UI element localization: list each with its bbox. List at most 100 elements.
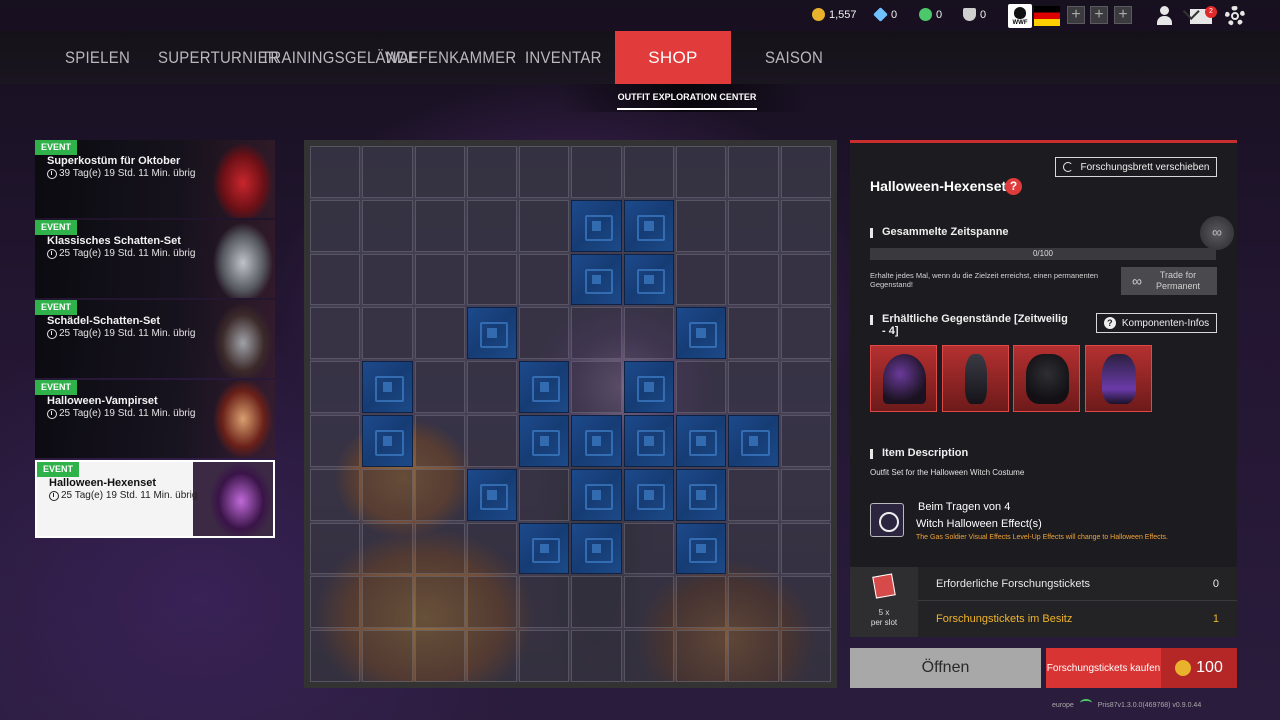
event-card[interactable]: EVENT Superkostüm für Oktober 39 Tag(e) … [35, 140, 275, 218]
board-cell-revealed[interactable] [571, 576, 622, 629]
trade-for-permanent-button[interactable]: ∞ Trade for Permanent [1121, 267, 1217, 295]
nav-tab-saison[interactable]: SAISON [765, 31, 823, 84]
board-cell-revealed[interactable] [362, 146, 413, 198]
board-cell-revealed[interactable] [728, 199, 779, 252]
board-cell-revealed[interactable] [310, 522, 361, 575]
board-cell-revealed[interactable] [519, 253, 570, 306]
board-cell-revealed[interactable] [362, 576, 413, 629]
board-cell-revealed[interactable] [310, 199, 361, 252]
move-board-button[interactable]: Forschungsbrett verschieben [1055, 157, 1217, 177]
event-card[interactable]: EVENT Klassisches Schatten-Set 25 Tag(e)… [35, 220, 275, 298]
board-cell-revealed[interactable] [466, 253, 518, 306]
board-cell-revealed[interactable] [519, 576, 570, 629]
diamond-currency[interactable]: 0 [873, 7, 897, 22]
event-card[interactable]: EVENT Halloween-Vampirset 25 Tag(e) 19 S… [35, 380, 275, 458]
board-cell-revealed[interactable] [466, 522, 518, 575]
board-cell-revealed[interactable] [623, 146, 675, 198]
board-cell-revealed[interactable] [362, 522, 413, 575]
board-cell-revealed[interactable] [780, 307, 831, 360]
buy-tickets-button[interactable]: Forschungstickets kaufen 100 [1046, 648, 1237, 688]
germany-flag-icon[interactable] [1034, 6, 1060, 26]
board-cell-revealed[interactable] [519, 307, 570, 360]
board-cell-revealed[interactable] [571, 307, 622, 360]
board-cell-revealed[interactable] [676, 199, 727, 252]
board-cell-revealed[interactable] [728, 307, 779, 360]
nav-tab-shop[interactable]: SHOP [615, 31, 731, 84]
board-cell-revealed[interactable] [466, 361, 518, 413]
board-cell-revealed[interactable] [414, 576, 465, 629]
board-cell-revealed[interactable] [571, 361, 622, 413]
board-cell-revealed[interactable] [310, 576, 361, 629]
board-cell-revealed[interactable] [310, 361, 361, 413]
add-slot-button[interactable]: + [1114, 6, 1132, 24]
board-cell-revealed[interactable] [310, 307, 361, 360]
item-slot[interactable] [942, 345, 1009, 412]
board-cell-revealed[interactable] [676, 253, 727, 306]
board-tile-covered[interactable] [571, 253, 622, 306]
board-tile-covered[interactable] [571, 414, 622, 467]
board-tile-covered[interactable] [728, 414, 779, 467]
board-cell-revealed[interactable] [623, 630, 675, 682]
board-tile-covered[interactable] [676, 414, 727, 467]
board-cell-revealed[interactable] [466, 146, 518, 198]
board-cell-revealed[interactable] [623, 522, 675, 575]
board-cell-revealed[interactable] [623, 307, 675, 360]
board-cell-revealed[interactable] [362, 307, 413, 360]
board-tile-covered[interactable] [519, 361, 570, 413]
board-cell-revealed[interactable] [414, 361, 465, 413]
board-tile-covered[interactable] [676, 468, 727, 521]
event-card-selected[interactable]: EVENT Halloween-Hexenset 25 Tag(e) 19 St… [35, 460, 275, 538]
event-card[interactable]: EVENT Schädel-Schatten-Set 25 Tag(e) 19 … [35, 300, 275, 378]
item-slot[interactable] [1013, 345, 1080, 412]
board-cell-revealed[interactable] [310, 253, 361, 306]
infinity-icon[interactable]: ∞ [1200, 216, 1234, 250]
shield-currency[interactable]: 0 [963, 8, 986, 21]
board-tile-covered[interactable] [571, 468, 622, 521]
board-cell-revealed[interactable] [571, 146, 622, 198]
board-cell-revealed[interactable] [728, 630, 779, 682]
board-tile-covered[interactable] [623, 361, 675, 413]
board-cell-revealed[interactable] [728, 146, 779, 198]
board-cell-revealed[interactable] [571, 630, 622, 682]
board-cell-revealed[interactable] [676, 361, 727, 413]
board-cell-revealed[interactable] [362, 199, 413, 252]
board-tile-covered[interactable] [623, 414, 675, 467]
board-cell-revealed[interactable] [466, 199, 518, 252]
wwf-logo[interactable]: WWF [1008, 4, 1032, 28]
board-cell-revealed[interactable] [676, 146, 727, 198]
friends-icon[interactable] [1157, 6, 1179, 26]
board-tile-covered[interactable] [623, 253, 675, 306]
board-tile-covered[interactable] [466, 307, 518, 360]
board-cell-revealed[interactable] [676, 576, 727, 629]
board-cell-revealed[interactable] [780, 468, 831, 521]
nav-tab-spielen[interactable]: SPIELEN [65, 31, 130, 84]
board-cell-revealed[interactable] [310, 468, 361, 521]
open-button[interactable]: Öffnen [850, 648, 1041, 688]
board-cell-revealed[interactable] [519, 199, 570, 252]
board-cell-revealed[interactable] [519, 630, 570, 682]
board-cell-revealed[interactable] [780, 630, 831, 682]
board-cell-revealed[interactable] [519, 468, 570, 521]
board-cell-revealed[interactable] [362, 253, 413, 306]
board-cell-revealed[interactable] [728, 361, 779, 413]
board-cell-revealed[interactable] [310, 630, 361, 682]
add-slot-button[interactable]: + [1067, 6, 1085, 24]
board-tile-covered[interactable] [519, 414, 570, 467]
board-cell-revealed[interactable] [780, 522, 831, 575]
board-cell-revealed[interactable] [466, 630, 518, 682]
board-cell-revealed[interactable] [414, 468, 465, 521]
board-tile-covered[interactable] [571, 199, 622, 252]
board-tile-covered[interactable] [676, 307, 727, 360]
board-cell-revealed[interactable] [310, 146, 361, 198]
add-slot-button[interactable]: + [1090, 6, 1108, 24]
board-cell-revealed[interactable] [780, 199, 831, 252]
board-cell-revealed[interactable] [728, 576, 779, 629]
board-cell-revealed[interactable] [780, 146, 831, 198]
board-cell-revealed[interactable] [780, 361, 831, 413]
board-cell-revealed[interactable] [728, 253, 779, 306]
board-tile-covered[interactable] [466, 468, 518, 521]
board-cell-revealed[interactable] [676, 630, 727, 682]
board-tile-covered[interactable] [362, 414, 413, 467]
help-icon[interactable]: ? [1005, 178, 1022, 195]
board-cell-revealed[interactable] [414, 146, 465, 198]
